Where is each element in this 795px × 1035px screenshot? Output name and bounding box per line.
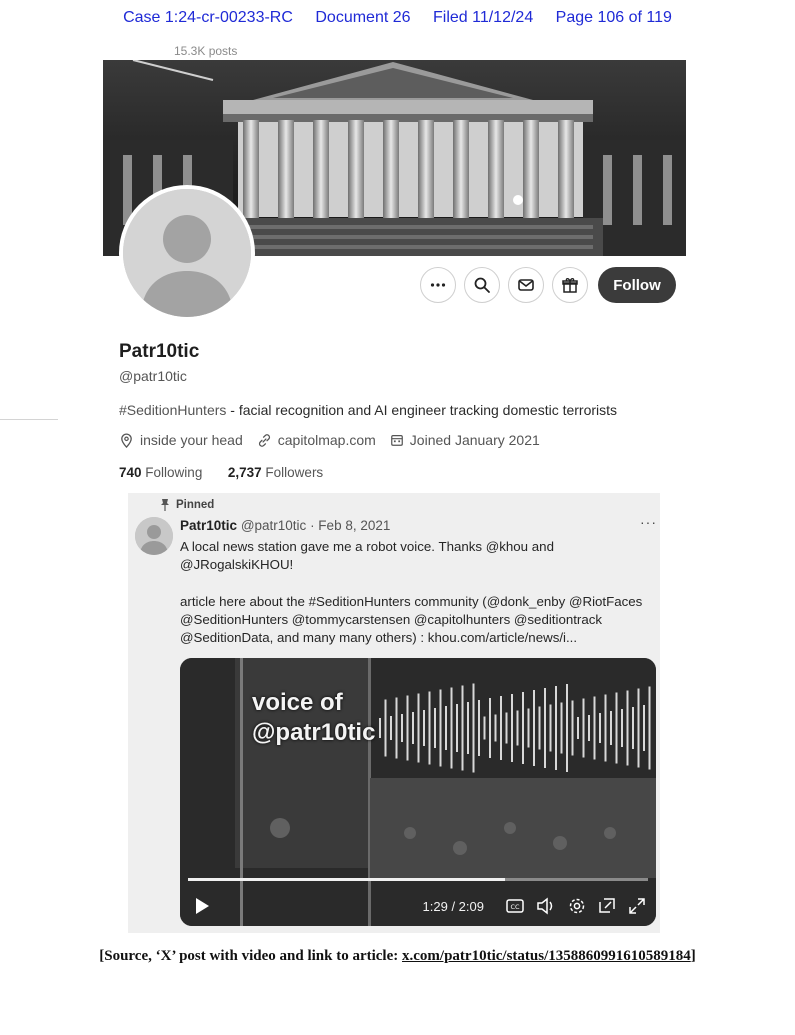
gift-icon[interactable] [552, 267, 588, 303]
tweet-author-handle[interactable]: @patr10tic [241, 518, 306, 533]
tweet-author-name[interactable]: Patr10tic [180, 518, 237, 533]
tweet-line: @JRogalskiKHOU! [180, 557, 294, 572]
location-icon [121, 433, 132, 448]
source-prefix: [Source, ‘X’ post with video and link to… [99, 948, 403, 964]
bio-text: - facial recognition and AI engineer tra… [226, 402, 618, 418]
user-handle: @patr10tic [119, 368, 187, 384]
profile-meta: inside your head capitolmap.com Joined J… [119, 432, 554, 448]
pip-icon[interactable] [598, 897, 616, 915]
bio-hashtag[interactable]: #SeditionHunters [119, 402, 226, 418]
joined-date: Joined January 2021 [409, 432, 540, 448]
mail-icon[interactable] [508, 267, 544, 303]
svg-text:CC: CC [510, 903, 520, 911]
pinned-indicator: Pinned [160, 499, 214, 511]
website-link[interactable]: capitolmap.com [278, 432, 376, 448]
video-caption: voice of @patr10tic [252, 688, 375, 748]
display-name: Patr10tic [119, 341, 200, 362]
followers-count: 2,737 [227, 465, 262, 480]
following-label: Following [145, 465, 203, 480]
volume-icon[interactable] [536, 897, 556, 915]
video-progress-fill [188, 878, 506, 881]
case-header: Case 1:24-cr-00233-RC Document 26 Filed … [0, 9, 795, 27]
captions-icon[interactable]: CC [506, 898, 524, 914]
filed-date: Filed 11/12/24 [433, 9, 534, 26]
profile-avatar[interactable] [119, 185, 255, 321]
pinned-label: Pinned [176, 499, 215, 511]
website-item: capitolmap.com [257, 432, 376, 448]
fullscreen-icon[interactable] [628, 897, 646, 915]
page-number: Page 106 of 119 [555, 9, 672, 26]
tweet-more-button[interactable]: ··· [640, 514, 657, 530]
divider [0, 419, 58, 420]
video-caption-line: voice of [252, 689, 343, 716]
pin-icon [161, 499, 169, 511]
tweet-header: Patr10tic @patr10tic · Feb 8, 2021 [180, 518, 390, 533]
profile-bio: #SeditionHunters - facial recognition an… [119, 402, 617, 418]
tweet-date[interactable]: · Feb 8, 2021 [310, 518, 390, 533]
document-number: Document 26 [315, 9, 411, 26]
tweet-line: @SeditionData, and many many others) : k… [180, 630, 578, 645]
tweet-line: @SeditionHunters @tommycarstensen @capit… [180, 612, 603, 627]
location-text: inside your head [140, 432, 243, 448]
profile-actions: Follow [420, 267, 676, 303]
link-icon [258, 433, 270, 447]
tweet-video[interactable]: voice of @patr10tic 1:29 / 2:09 CC [180, 658, 656, 926]
followers-label: Followers [265, 465, 324, 480]
followers-link[interactable]: 2,737 Followers [228, 465, 323, 480]
tweet-author-avatar[interactable] [135, 517, 173, 555]
follow-button[interactable]: Follow [598, 267, 676, 303]
following-link[interactable]: 740 Following [119, 465, 202, 480]
calendar-icon [390, 435, 403, 446]
video-time: 1:29 / 2:09 [422, 898, 484, 914]
video-progress-bar[interactable] [188, 878, 648, 881]
follow-counts: 740 Following 2,737 Followers [119, 465, 323, 480]
settings-icon[interactable] [568, 897, 586, 915]
more-icon[interactable] [420, 267, 456, 303]
search-icon[interactable] [464, 267, 500, 303]
following-count: 740 [119, 465, 142, 480]
video-caption-line: @patr10tic [252, 719, 376, 746]
case-number: Case 1:24-cr-00233-RC [123, 9, 293, 26]
posts-count: 15.3K posts [174, 44, 238, 58]
source-link[interactable]: x.com/patr10tic/status/13588609916105891… [402, 948, 691, 964]
tweet-line: A local news station gave me a robot voi… [180, 539, 554, 554]
video-controls: 1:29 / 2:09 CC [180, 886, 656, 926]
location-item: inside your head [119, 432, 243, 448]
tweet-text: A local news station gave me a robot voi… [180, 538, 660, 647]
tweet-line [180, 574, 660, 593]
source-suffix: ] [690, 948, 696, 964]
source-citation: [Source, ‘X’ post with video and link to… [0, 948, 795, 965]
joined-item: Joined January 2021 [390, 432, 540, 448]
tweet-line: article here about the #SeditionHunters … [180, 594, 643, 609]
play-icon[interactable] [194, 897, 210, 915]
